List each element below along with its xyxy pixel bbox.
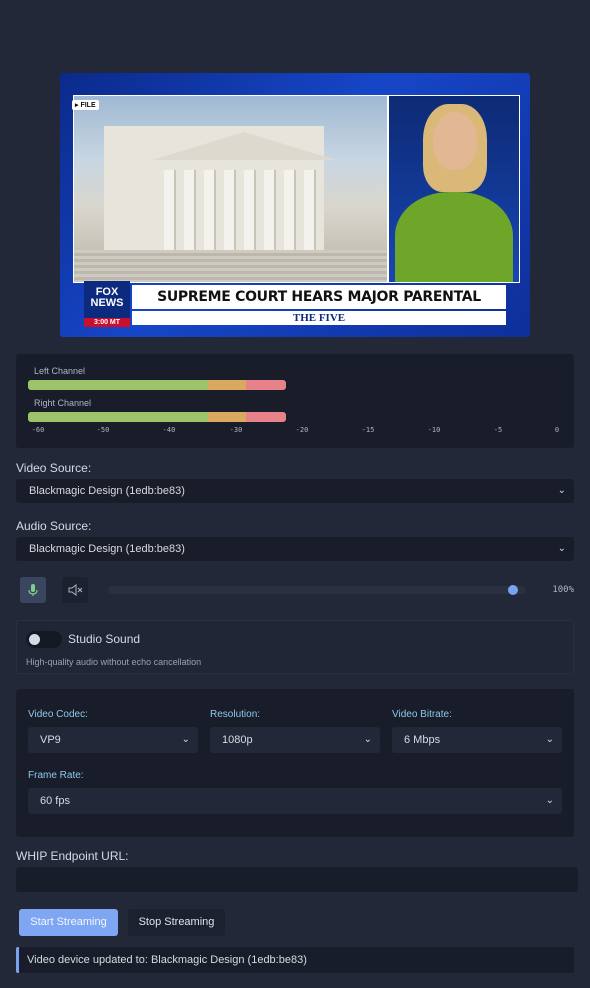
chevron-down-icon: ⌄ <box>545 795 554 806</box>
speaker-mute-icon <box>68 584 83 596</box>
start-streaming-button[interactable]: Start Streaming <box>19 909 118 936</box>
mic-button[interactable] <box>20 577 46 603</box>
chevron-down-icon: ⌄ <box>557 485 566 496</box>
frame-rate-value: 60 fps <box>40 795 70 807</box>
logo-time: 3:00 MT <box>84 318 130 327</box>
preview-anchor-shot <box>388 95 520 283</box>
mic-icon <box>28 584 38 596</box>
chevron-down-icon: ⌄ <box>363 734 372 745</box>
codec-settings-panel: Video Codec: VP9 ⌄ Resolution: 1080p ⌄ V… <box>16 689 574 837</box>
right-channel-label: Right Channel <box>34 398 92 408</box>
studio-sound-description: High-quality audio without echo cancella… <box>26 657 202 667</box>
video-source-label: Video Source: <box>16 461 92 475</box>
scale-tick: -40 <box>162 426 176 434</box>
fox-news-logo: FOX NEWS 3:00 MT <box>84 281 130 327</box>
video-source-select[interactable]: Blackmagic Design (1edb:be83) ⌄ <box>16 479 574 503</box>
video-codec-value: VP9 <box>40 734 61 746</box>
show-name: THE FIVE <box>132 311 506 325</box>
studio-sound-card: Studio Sound High-quality audio without … <box>16 620 574 674</box>
whip-endpoint-input[interactable] <box>16 867 578 892</box>
studio-sound-title: Studio Sound <box>68 632 141 646</box>
stop-streaming-button[interactable]: Stop Streaming <box>128 909 225 936</box>
mute-button[interactable] <box>62 577 88 603</box>
video-preview: ▸ FILE FOX NEWS 3:00 MT SUPREME COURT HE… <box>60 73 530 337</box>
scale-tick: -10 <box>427 426 441 434</box>
preview-building-shot <box>73 95 388 283</box>
status-message: Video device updated to: Blackmagic Desi… <box>16 947 574 973</box>
chyron-headline: SUPREME COURT HEARS MAJOR PARENTAL RIGHT… <box>132 285 506 329</box>
scale-tick: -5 <box>493 426 503 434</box>
video-bitrate-value: 6 Mbps <box>404 734 441 746</box>
chevron-down-icon: ⌄ <box>181 734 190 745</box>
volume-slider-thumb[interactable] <box>508 585 518 595</box>
studio-sound-toggle[interactable] <box>26 631 62 648</box>
resolution-select[interactable]: 1080p ⌄ <box>210 727 380 753</box>
audio-source-select[interactable]: Blackmagic Design (1edb:be83) ⌄ <box>16 537 574 561</box>
video-bitrate-select[interactable]: 6 Mbps ⌄ <box>392 727 562 753</box>
scale-tick: -15 <box>361 426 375 434</box>
audio-source-label: Audio Source: <box>16 519 92 533</box>
scale-tick: -60 <box>31 426 45 434</box>
meter-scale: -60 -50 -40 -30 -20 -15 -10 -5 0 <box>28 426 564 436</box>
audio-meter-panel: Left Channel Right Channel -60 -50 -40 -… <box>16 354 574 448</box>
frame-rate-label: Frame Rate: <box>28 770 84 781</box>
resolution-label: Resolution: <box>210 709 261 720</box>
volume-slider[interactable] <box>108 585 526 595</box>
frame-rate-select[interactable]: 60 fps ⌄ <box>28 788 562 814</box>
volume-value: 100% <box>552 585 574 595</box>
scale-tick: -30 <box>229 426 243 434</box>
chevron-down-icon: ⌄ <box>545 734 554 745</box>
scale-tick: 0 <box>554 426 560 434</box>
chevron-down-icon: ⌄ <box>557 543 566 554</box>
video-bitrate-label: Video Bitrate: <box>392 709 452 720</box>
left-channel-label: Left Channel <box>34 366 86 376</box>
toggle-knob <box>29 634 40 645</box>
whip-endpoint-label: WHIP Endpoint URL: <box>16 849 129 863</box>
resolution-value: 1080p <box>222 734 253 746</box>
news-chyron: FOX NEWS 3:00 MT SUPREME COURT HEARS MAJ… <box>84 281 506 329</box>
file-tag: ▸ FILE <box>72 100 99 110</box>
scale-tick: -50 <box>96 426 110 434</box>
video-source-value: Blackmagic Design (1edb:be83) <box>29 485 185 497</box>
video-codec-select[interactable]: VP9 ⌄ <box>28 727 198 753</box>
right-channel-meter <box>28 412 286 422</box>
left-channel-meter <box>28 380 286 390</box>
audio-source-value: Blackmagic Design (1edb:be83) <box>29 543 185 555</box>
video-codec-label: Video Codec: <box>28 709 88 720</box>
scale-tick: -20 <box>295 426 309 434</box>
